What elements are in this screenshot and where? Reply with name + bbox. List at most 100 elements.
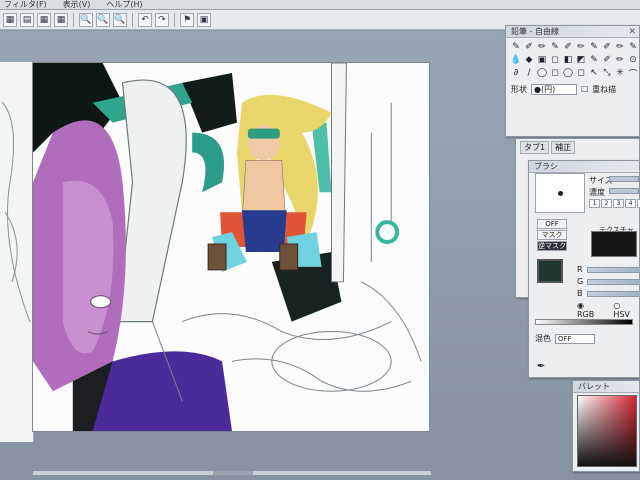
fill-icon[interactable]: ▣ [536, 54, 548, 66]
half-rect-icon[interactable]: ◩ [575, 54, 587, 66]
palette-panel-title: パレット [573, 381, 639, 393]
hsv-radio-label: HSV [613, 310, 630, 319]
pen-icon[interactable]: ✐ [601, 41, 613, 53]
palette-panel: パレット [572, 380, 640, 472]
menu-bar: フィルタ(F) 表示(V) ヘルプ(H) [0, 0, 640, 10]
pen-icon[interactable]: ✐ [601, 54, 613, 66]
brush-panel-title-text: ブラシ [534, 162, 558, 171]
sketch-lines [1, 101, 31, 323]
brush-dot [557, 190, 563, 196]
preset-4[interactable]: 4 [625, 199, 636, 208]
pen-icon[interactable]: ✐ [562, 41, 574, 53]
pen-panel-title: 鉛筆 - 自由線 ✕ [506, 26, 639, 38]
brush-icon[interactable]: ✏ [614, 54, 626, 66]
circle-icon[interactable]: ◯ [562, 67, 574, 79]
target-icon[interactable]: ⊙ [627, 54, 639, 66]
layer-icon[interactable]: ▤ [20, 12, 34, 27]
menu-filter[interactable]: フィルタ(F) [4, 0, 47, 10]
adjacent-canvas-strip [0, 62, 34, 442]
brush-panel-title: ブラシ [529, 161, 639, 173]
arc-icon[interactable]: ⌒ [627, 67, 639, 80]
circle-icon[interactable]: ◯ [536, 67, 548, 79]
r-label: R [577, 265, 583, 274]
pencil-icon[interactable]: ✎ [627, 41, 639, 53]
rgb-radio[interactable]: ◉ RGB [577, 301, 603, 319]
grayscale-bar[interactable] [535, 319, 633, 325]
g-slider[interactable] [587, 278, 640, 285]
inverse-mask-button[interactable]: 逆マスク [537, 241, 567, 251]
drawing-canvas[interactable] [32, 62, 430, 432]
scrollbar-thumb[interactable] [213, 471, 253, 475]
toolbar-separator [174, 12, 175, 27]
close-icon[interactable]: ✕ [628, 26, 636, 38]
g-row: G [577, 277, 640, 286]
rect-icon[interactable]: ◻ [575, 67, 587, 79]
hsv-radio[interactable]: ○ HSV [613, 301, 639, 319]
horizontal-scrollbar[interactable] [32, 470, 432, 476]
color-picker-gradient[interactable] [577, 395, 637, 467]
overlap-checkbox[interactable]: ☐ [581, 85, 588, 94]
pencil-icon[interactable]: ✎ [588, 41, 600, 53]
mask-button[interactable]: マスク [537, 230, 567, 240]
sparkle-icon[interactable]: ✳ [614, 67, 626, 79]
texture-preview[interactable] [591, 231, 637, 257]
toolbar-separator [132, 12, 133, 27]
pencil-icon[interactable]: ✎ [510, 41, 522, 53]
preset-2[interactable]: 2 [601, 199, 612, 208]
mix-row: 混色 OFF [535, 333, 595, 344]
transform-icon[interactable]: ⤡ [601, 67, 613, 79]
palette-panel-title-text: パレット [578, 382, 610, 391]
g-label: G [577, 277, 584, 286]
pen-panel-title-text: 鉛筆 - 自由線 [511, 27, 559, 36]
grid3-icon[interactable]: ▦ [54, 12, 68, 27]
current-color-swatch[interactable] [537, 259, 563, 283]
pen-tools-grid: ✎ ✐ ✏ ✎ ✐ ✏ ✎ ✐ ✏ ✎ 💧 ◆ ▣ ◻ ◧ ◩ ✎ ✐ ✏ ⊙ … [506, 38, 639, 82]
flag-icon[interactable]: ▣ [197, 12, 211, 27]
grid-icon[interactable]: ▦ [3, 12, 17, 27]
r-slider[interactable] [586, 266, 640, 273]
pencil-icon[interactable]: ✎ [549, 41, 561, 53]
rgb-radio-label: RGB [577, 310, 595, 319]
b-row: B [577, 289, 640, 298]
mix-select[interactable]: OFF [555, 333, 595, 344]
brush-icon[interactable]: ✏ [614, 41, 626, 53]
shape-select[interactable]: ●(円) [531, 84, 577, 95]
brush-icon[interactable]: ✏ [536, 41, 548, 53]
density-slider[interactable] [609, 188, 639, 194]
diamond-icon[interactable]: ◆ [523, 54, 535, 66]
grid2-icon[interactable]: ▦ [37, 12, 51, 27]
curve-icon[interactable]: ∂ [510, 67, 522, 79]
zoom-in-icon[interactable]: 🔍 [79, 12, 93, 27]
line-icon[interactable]: / [523, 67, 535, 79]
eyedropper-icon[interactable]: ✒ [537, 361, 545, 372]
brush-icon[interactable]: ✏ [575, 41, 587, 53]
rect-icon[interactable]: ◻ [549, 67, 561, 79]
zoom-out-icon[interactable]: 🔍 [96, 12, 110, 27]
size-slider[interactable] [609, 176, 639, 182]
preset-1[interactable]: 1 [589, 199, 600, 208]
redo-icon[interactable]: ↷ [155, 12, 169, 27]
mask-off-button[interactable]: OFF [537, 219, 567, 229]
pen-tool-panel: 鉛筆 - 自由線 ✕ ✎ ✐ ✏ ✎ ✐ ✏ ✎ ✐ ✏ ✎ 💧 ◆ ▣ ◻ ◧… [505, 25, 640, 137]
brush-size-presets: 1 2 3 4 5 [589, 199, 640, 208]
menu-help[interactable]: ヘルプ(H) [106, 0, 142, 10]
pencil-icon[interactable]: ✎ [588, 54, 600, 66]
tab-1[interactable]: タブ1 [520, 141, 550, 154]
stamp-icon[interactable]: ⚑ [180, 12, 194, 27]
menu-view[interactable]: 表示(V) [63, 0, 91, 10]
illustration [33, 63, 429, 431]
drop-icon[interactable]: 💧 [510, 54, 522, 66]
pen-icon[interactable]: ✐ [523, 41, 535, 53]
b-slider[interactable] [586, 290, 640, 297]
r-row: R [577, 265, 640, 274]
toolbar-separator [73, 12, 74, 27]
cursor-icon[interactable]: ↖ [588, 67, 600, 79]
overlap-label: 重ね描 [592, 85, 617, 94]
rect-icon[interactable]: ◻ [549, 54, 561, 66]
half-rect-icon[interactable]: ◧ [562, 54, 574, 66]
tab-correction[interactable]: 補正 [551, 141, 576, 154]
zoom-fit-icon[interactable]: 🔍 [113, 12, 127, 27]
undo-icon[interactable]: ↶ [138, 12, 152, 27]
preset-3[interactable]: 3 [613, 199, 624, 208]
brush-preview [535, 173, 585, 213]
